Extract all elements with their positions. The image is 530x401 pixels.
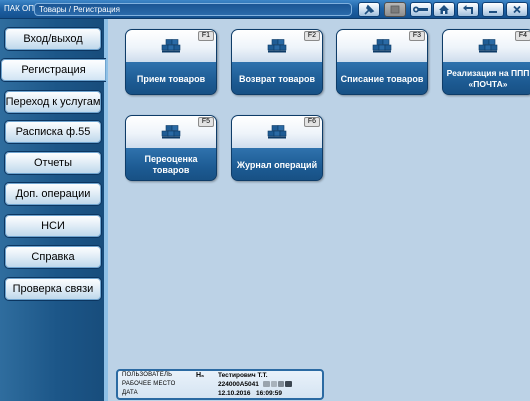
boxes-icon xyxy=(161,125,181,139)
tile-label: Прием товаров xyxy=(126,62,216,94)
wrench-icon xyxy=(413,6,428,13)
status-workplace-row: РАБОЧЕЕ МЕСТО 224000A5041 xyxy=(122,380,320,389)
close-button[interactable] xyxy=(506,2,528,17)
boxes-icon xyxy=(372,39,392,53)
status-date-row: ДАТА 12.10.2016 16:09:59 xyxy=(122,389,320,398)
workplace-label: РАБОЧЕЕ МЕСТО xyxy=(122,381,176,387)
tools-button[interactable] xyxy=(410,2,432,17)
tile-revaluation-goods[interactable]: F5 Переоценка товаров xyxy=(125,115,217,181)
pin-icon xyxy=(364,4,375,15)
card-reader-icon xyxy=(271,381,277,387)
minimize-icon xyxy=(489,11,497,13)
boxes-icon xyxy=(267,39,287,53)
home-icon xyxy=(439,5,449,14)
status-user-row: ПОЛЬЗОВАТЕЛЬ H₆ Тестирович Т.Т. xyxy=(122,371,320,380)
tile-label: Переоценка товаров xyxy=(126,148,216,180)
hotkey-badge: F5 xyxy=(198,117,214,127)
blank-icon xyxy=(390,5,400,14)
tile-label: Реализация на ППП «ПОЧТА» xyxy=(443,62,530,94)
tile-label: Журнал операций xyxy=(232,148,322,180)
tile-sale-at-post[interactable]: F4 Реализация на ППП «ПОЧТА» xyxy=(442,29,530,95)
minimize-button[interactable] xyxy=(482,2,504,17)
printer-icon xyxy=(285,381,292,387)
sidebar-item-connection-check[interactable]: Проверка связи xyxy=(4,277,102,301)
boxes-icon xyxy=(478,39,498,53)
status-panel: ПОЛЬЗОВАТЕЛЬ H₆ Тестирович Т.Т. РАБОЧЕЕ … xyxy=(116,369,324,400)
user-value: Тестирович Т.Т. xyxy=(218,372,268,379)
boxes-icon xyxy=(161,39,181,53)
hotkey-badge: F1 xyxy=(198,31,214,41)
back-button[interactable] xyxy=(457,2,479,17)
tile-label: Возврат товаров xyxy=(232,62,322,94)
sidebar-item-extra-operations[interactable]: Доп. операции xyxy=(4,182,102,206)
pin-button[interactable] xyxy=(358,2,380,17)
device-status-icons xyxy=(263,381,292,388)
sidebar: Вход/выход Регистрация Переход к услугам… xyxy=(0,19,108,401)
tile-label: Списание товаров xyxy=(337,62,427,94)
user-label: ПОЛЬЗОВАТЕЛЬ xyxy=(122,372,173,378)
breadcrumb: Товары / Регистрация xyxy=(34,3,352,16)
sidebar-item-help[interactable]: Справка xyxy=(4,245,102,269)
sidebar-item-reports[interactable]: Отчеты xyxy=(4,151,102,175)
home-button[interactable] xyxy=(433,2,455,17)
title-bar: ПАК ОПС Товары / Регистрация xyxy=(0,0,530,19)
tile-receive-goods[interactable]: F1 Прием товаров xyxy=(125,29,217,95)
sidebar-item-go-to-services[interactable]: Переход к услугам xyxy=(4,90,102,114)
hotkey-badge: F3 xyxy=(409,31,425,41)
hotkey-badge: F4 xyxy=(515,31,530,41)
workplace-value: 224000A5041 xyxy=(218,381,259,388)
close-icon xyxy=(513,5,521,14)
sidebar-item-nsi[interactable]: НСИ xyxy=(4,214,102,238)
disabled-button xyxy=(384,2,406,17)
tile-operations-log[interactable]: F6 Журнал операций xyxy=(231,115,323,181)
cash-drawer-icon xyxy=(278,381,284,387)
hotkey-badge: F2 xyxy=(304,31,320,41)
scanner-icon xyxy=(263,381,270,387)
hotkey-badge: F6 xyxy=(304,117,320,127)
sidebar-item-registration[interactable]: Регистрация xyxy=(0,58,106,82)
tile-write-off-goods[interactable]: F3 Списание товаров xyxy=(336,29,428,95)
tile-return-goods[interactable]: F2 Возврат товаров xyxy=(231,29,323,95)
date-label: ДАТА xyxy=(122,390,138,396)
date-value: 12.10.2016 16:09:59 xyxy=(218,390,282,397)
return-arrow-icon xyxy=(463,5,473,14)
user-role-badge: H₆ xyxy=(196,372,205,379)
sidebar-item-login-logout[interactable]: Вход/выход xyxy=(4,27,102,51)
sidebar-item-receipt-f55[interactable]: Расписка ф.55 xyxy=(4,120,102,144)
boxes-icon xyxy=(267,125,287,139)
